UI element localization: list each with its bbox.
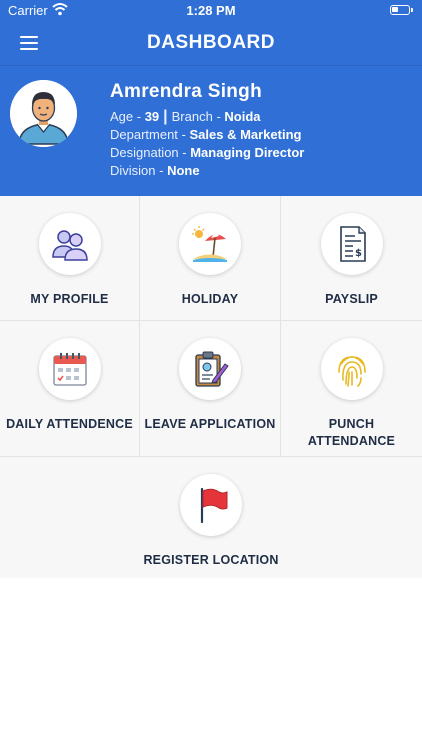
clipboard-pen-icon bbox=[179, 338, 241, 400]
leave-application-tile[interactable]: LEAVE APPLICATION bbox=[140, 321, 281, 457]
separator: | bbox=[163, 108, 168, 125]
designation-label: Designation - bbox=[110, 145, 191, 160]
profile-name: Amrendra Singh bbox=[110, 81, 262, 102]
clock: 1:28 PM bbox=[186, 3, 236, 18]
division-value: None bbox=[167, 163, 200, 178]
svg-text:$: $ bbox=[355, 248, 362, 259]
invoice-dollar-icon: $ bbox=[320, 213, 383, 275]
fingerprint-icon bbox=[320, 338, 383, 400]
age-label: Age - bbox=[110, 109, 145, 124]
app-header: DASHBOARD bbox=[0, 22, 422, 66]
daily-attendence-tile[interactable]: DAILY ATTENDENCE bbox=[0, 321, 140, 457]
payslip-label: PAYSLIP bbox=[325, 292, 378, 306]
punch-attendance-line2: ATTENDANCE bbox=[307, 434, 396, 448]
branch-label: Branch - bbox=[171, 109, 225, 124]
user-avatar-icon bbox=[10, 80, 77, 147]
daily-attendence-label: DAILY ATTENDENCE bbox=[6, 417, 133, 431]
battery-icon bbox=[390, 5, 413, 15]
calendar-icon bbox=[38, 338, 101, 400]
age-value: 39 bbox=[144, 109, 160, 124]
department-row: Department - Sales & Marketing bbox=[110, 126, 304, 144]
users-icon bbox=[38, 213, 101, 275]
holiday-tile[interactable]: HOLIDAY bbox=[140, 196, 281, 321]
profile-card: Amrendra Singh Age - 39 | Branch - Noida D… bbox=[0, 66, 422, 196]
status-bar: Carrier 1:28 PM bbox=[0, 0, 422, 22]
punch-attendance-tile[interactable]: PUNCH ATTENDANCE bbox=[281, 321, 422, 457]
punch-attendance-line1: PUNCH bbox=[328, 417, 375, 431]
age-branch-row: Age - 39 | Branch - Noida bbox=[110, 108, 304, 126]
beach-umbrella-icon bbox=[179, 213, 241, 275]
my-profile-tile[interactable]: MY PROFILE bbox=[0, 196, 140, 321]
page-title: DASHBOARD bbox=[147, 32, 275, 53]
punch-attendance-label: PUNCH ATTENDANCE bbox=[281, 416, 422, 450]
register-location-label: REGISTER LOCATION bbox=[143, 553, 279, 567]
payslip-tile[interactable]: $ PAYSLIP bbox=[281, 196, 422, 321]
my-profile-label: MY PROFILE bbox=[30, 292, 109, 306]
red-flag-icon bbox=[180, 474, 242, 536]
branch-value: Noida bbox=[224, 109, 261, 124]
department-label: Department - bbox=[110, 127, 190, 142]
register-location-tile[interactable]: REGISTER LOCATION bbox=[0, 457, 422, 578]
holiday-label: HOLIDAY bbox=[181, 292, 239, 306]
designation-value: Managing Director bbox=[190, 145, 305, 160]
designation-row: Designation - Managing Director bbox=[110, 144, 304, 162]
leave-application-label: LEAVE APPLICATION bbox=[144, 417, 276, 431]
profile-info: Amrendra Singh Age - 39 | Branch - Noida D… bbox=[110, 81, 304, 180]
dashboard-menu-grid: MY PROFILE HOLIDAY $ PAYSLIP DAILY ATTEN… bbox=[0, 196, 422, 578]
division-label: Division - bbox=[110, 163, 168, 178]
division-row: Division - None bbox=[110, 162, 304, 180]
department-value: Sales & Marketing bbox=[189, 127, 302, 142]
